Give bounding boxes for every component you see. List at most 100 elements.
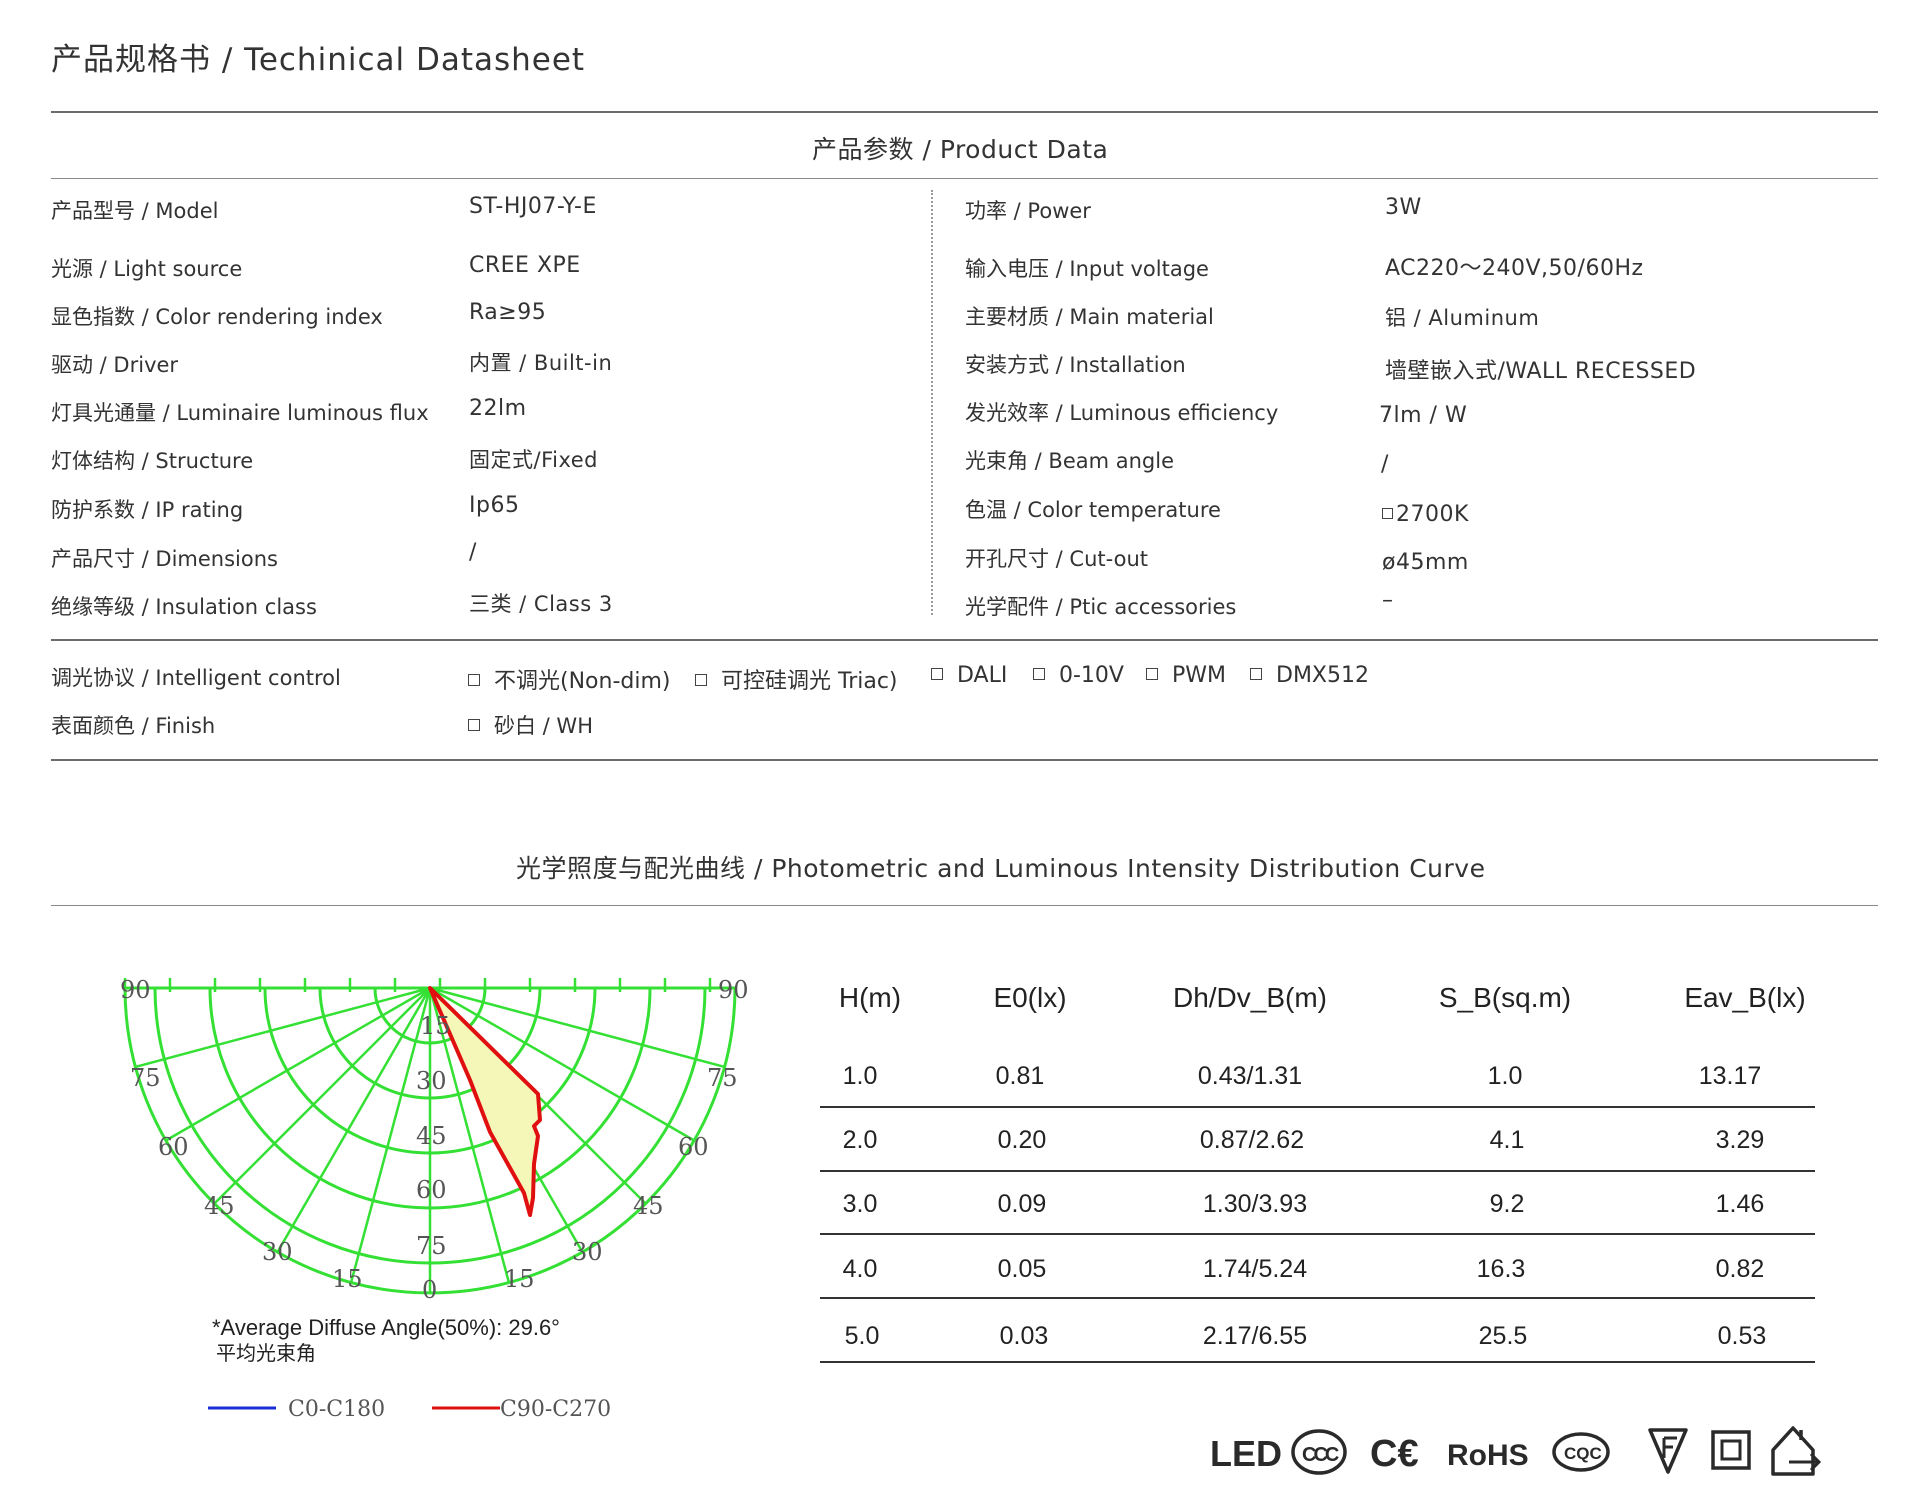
table-cell: 2.17/6.55 [1202, 1322, 1308, 1350]
spec-label-luminous-efficiency: 发光效率 / Luminous efficiency [965, 401, 1279, 425]
photometric-title: 光学照度与配光曲线 / Photometric and Luminous Int… [516, 854, 1486, 883]
checkbox-icon[interactable] [1250, 668, 1262, 680]
ce-mark-icon: C€ [1370, 1433, 1419, 1475]
table-cell: 13.17 [1698, 1062, 1762, 1090]
control-option-non-dim[interactable]: 不调光(Non-dim) [468, 663, 670, 695]
checkbox-icon[interactable] [1033, 668, 1045, 680]
cqc-mark-icon: CQC [1552, 1432, 1610, 1472]
spec-value-main-material: 铝 / Aluminum [1385, 306, 1540, 330]
control-divider [51, 759, 1878, 761]
control-option-dmx512[interactable]: DMX512 [1250, 663, 1369, 688]
table-cell: 0.81 [995, 1062, 1045, 1090]
product-data-divider [51, 178, 1878, 179]
table-cell: 0.05 [997, 1255, 1047, 1283]
control-option-triac[interactable]: 可控硅调光 Triac) [695, 663, 898, 695]
angle-label-left-30: 30 [262, 1238, 293, 1266]
spec-value-color-temperature: 2700K [1382, 502, 1469, 527]
legend-c0-label: C0-C180 [288, 1397, 385, 1420]
spec-value-dimensions: / [469, 540, 477, 565]
polar-spoke [135, 986, 431, 1069]
led-mark-icon: LED [1210, 1433, 1282, 1474]
spec-value-structure: 固定式/Fixed [469, 448, 598, 472]
f-mark-icon [1648, 1428, 1688, 1474]
spec-label-input-voltage: 输入电压 / Input voltage [965, 257, 1209, 281]
checkbox-icon[interactable] [931, 668, 943, 680]
header-divider [51, 111, 1878, 113]
table-cell: 3.29 [1715, 1126, 1765, 1154]
table-cell: 25.5 [1478, 1322, 1528, 1350]
option-label: PWM [1172, 663, 1227, 688]
table-cell: 0.20 [997, 1126, 1047, 1154]
checkbox-2700k[interactable] [1382, 507, 1393, 519]
color-temperature-text: 2700K [1396, 502, 1469, 527]
option-label: 不调光(Non-dim) [494, 669, 671, 694]
table-cell: 4.0 [842, 1255, 878, 1283]
finish-option-wh[interactable]: 砂白 / WH [468, 710, 593, 740]
ccc-text: CCC [1302, 1444, 1339, 1466]
table-row-divider [820, 1361, 1815, 1363]
control-option-pwm[interactable]: PWM [1146, 663, 1226, 688]
checkbox-icon[interactable] [468, 719, 480, 731]
spec-label-optic-accessories: 光学配件 / Ptic accessories [965, 595, 1237, 619]
table-cell: 16.3 [1476, 1255, 1526, 1283]
table-cell: 4.1 [1489, 1126, 1525, 1154]
table-cell: 1.0 [842, 1062, 878, 1090]
table-cell: 0.09 [997, 1190, 1047, 1218]
checkbox-icon[interactable] [1146, 668, 1158, 680]
certification-marks: LED CCC C€ RoHS CQC [1210, 1426, 1822, 1476]
table-cell: 2.0 [842, 1126, 878, 1154]
column-separator [931, 190, 933, 615]
spec-value-insulation: 三类 / Class 3 [469, 592, 613, 616]
angle-label-left-75: 75 [130, 1064, 161, 1092]
radial-label-15: 15 [420, 1012, 451, 1040]
finish-label: 表面颜色 / Finish [51, 714, 216, 738]
table-row-divider [820, 1233, 1815, 1235]
control-option-0-10v[interactable]: 0-10V [1033, 663, 1124, 688]
spec-label-installation: 安装方式 / Installation [965, 353, 1186, 377]
spec-label-cri: 显色指数 / Color rendering index [51, 305, 383, 329]
spec-label-beam-angle: 光束角 / Beam angle [965, 449, 1175, 473]
table-cell: 0.53 [1717, 1322, 1767, 1350]
option-label: DALI [957, 663, 1008, 688]
angle-label-left-15: 15 [332, 1265, 363, 1293]
table-header-eav-b: Eav_B(lx) [1684, 982, 1806, 1013]
spec-divider [51, 639, 1878, 641]
radial-label-45: 45 [416, 1122, 447, 1150]
table-cell: 0.43/1.31 [1197, 1062, 1303, 1090]
polar-spoke [276, 987, 432, 1253]
class-ii-square-icon [1711, 1430, 1751, 1470]
angle-label-right-60: 60 [678, 1133, 709, 1161]
product-data-title: 产品参数 / Product Data [812, 135, 1109, 164]
checkbox-icon[interactable] [695, 674, 707, 686]
table-cell: 0.82 [1715, 1255, 1765, 1283]
spec-label-dimensions: 产品尺寸 / Dimensions [51, 547, 278, 571]
checkbox-icon[interactable] [468, 674, 480, 686]
spec-value-input-voltage: AC220～240V,50/60Hz [1385, 256, 1644, 281]
spec-label-luminous-flux: 灯具光通量 / Luminaire luminous flux [51, 401, 429, 425]
table-cell: 0.87/2.62 [1199, 1126, 1305, 1154]
spec-label-main-material: 主要材质 / Main material [965, 305, 1214, 329]
polar-spoke [213, 987, 431, 1205]
spec-label-structure: 灯体结构 / Structure [51, 449, 254, 473]
spec-value-model: ST-HJ07-Y-E [469, 194, 597, 219]
spec-label-power: 功率 / Power [965, 199, 1091, 223]
table-header-e0: E0(lx) [993, 982, 1067, 1013]
table-row-divider [820, 1170, 1815, 1172]
table-row-divider [820, 1297, 1815, 1299]
angle-label-right-90: 90 [718, 976, 749, 1004]
table-header-h: H(m) [838, 982, 902, 1013]
spec-value-installation: 墙壁嵌入式/WALL RECESSED [1385, 359, 1697, 384]
spec-value-light-source: CREE XPE [469, 253, 581, 278]
ccc-mark-icon: CCC [1291, 1429, 1347, 1475]
spec-label-model: 产品型号 / Model [51, 199, 219, 223]
spec-value-luminous-efficiency: 7lm / W [1379, 403, 1468, 428]
spec-label-ip-rating: 防护系数 / IP rating [51, 498, 244, 522]
spec-value-beam-angle: / [1381, 452, 1389, 477]
spec-label-insulation: 绝缘等级 / Insulation class [51, 595, 317, 619]
option-label: DMX512 [1276, 663, 1369, 688]
spec-value-cri: Ra≥95 [469, 300, 547, 325]
photometric-divider [51, 905, 1878, 906]
spec-value-ip-rating: Ip65 [469, 493, 520, 518]
option-label: 0-10V [1059, 663, 1124, 688]
control-option-dali[interactable]: DALI [931, 663, 1007, 688]
